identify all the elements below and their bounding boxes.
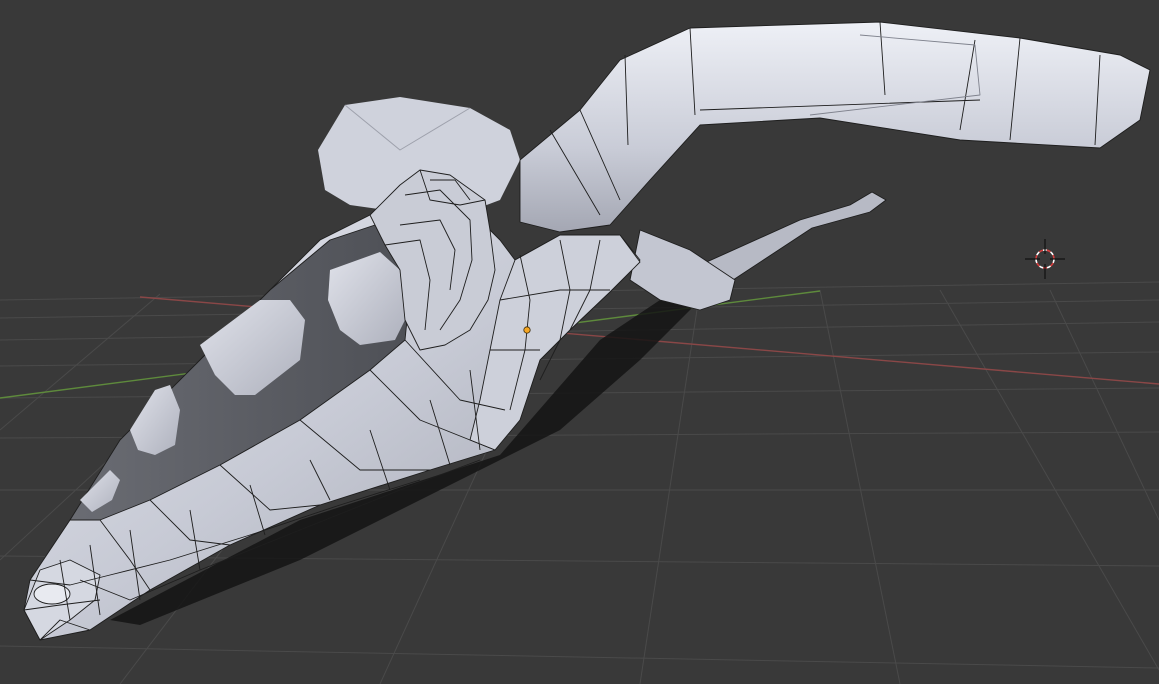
object-origin-dot[interactable]: [523, 326, 531, 334]
upper-wing[interactable]: [519, 21, 1151, 233]
rear-engine-block[interactable]: [629, 229, 736, 311]
viewport-canvas[interactable]: [0, 0, 1159, 684]
3d-cursor-icon[interactable]: [1025, 239, 1065, 279]
3d-viewport[interactable]: [0, 0, 1159, 684]
canopy-window-3[interactable]: [130, 385, 180, 455]
